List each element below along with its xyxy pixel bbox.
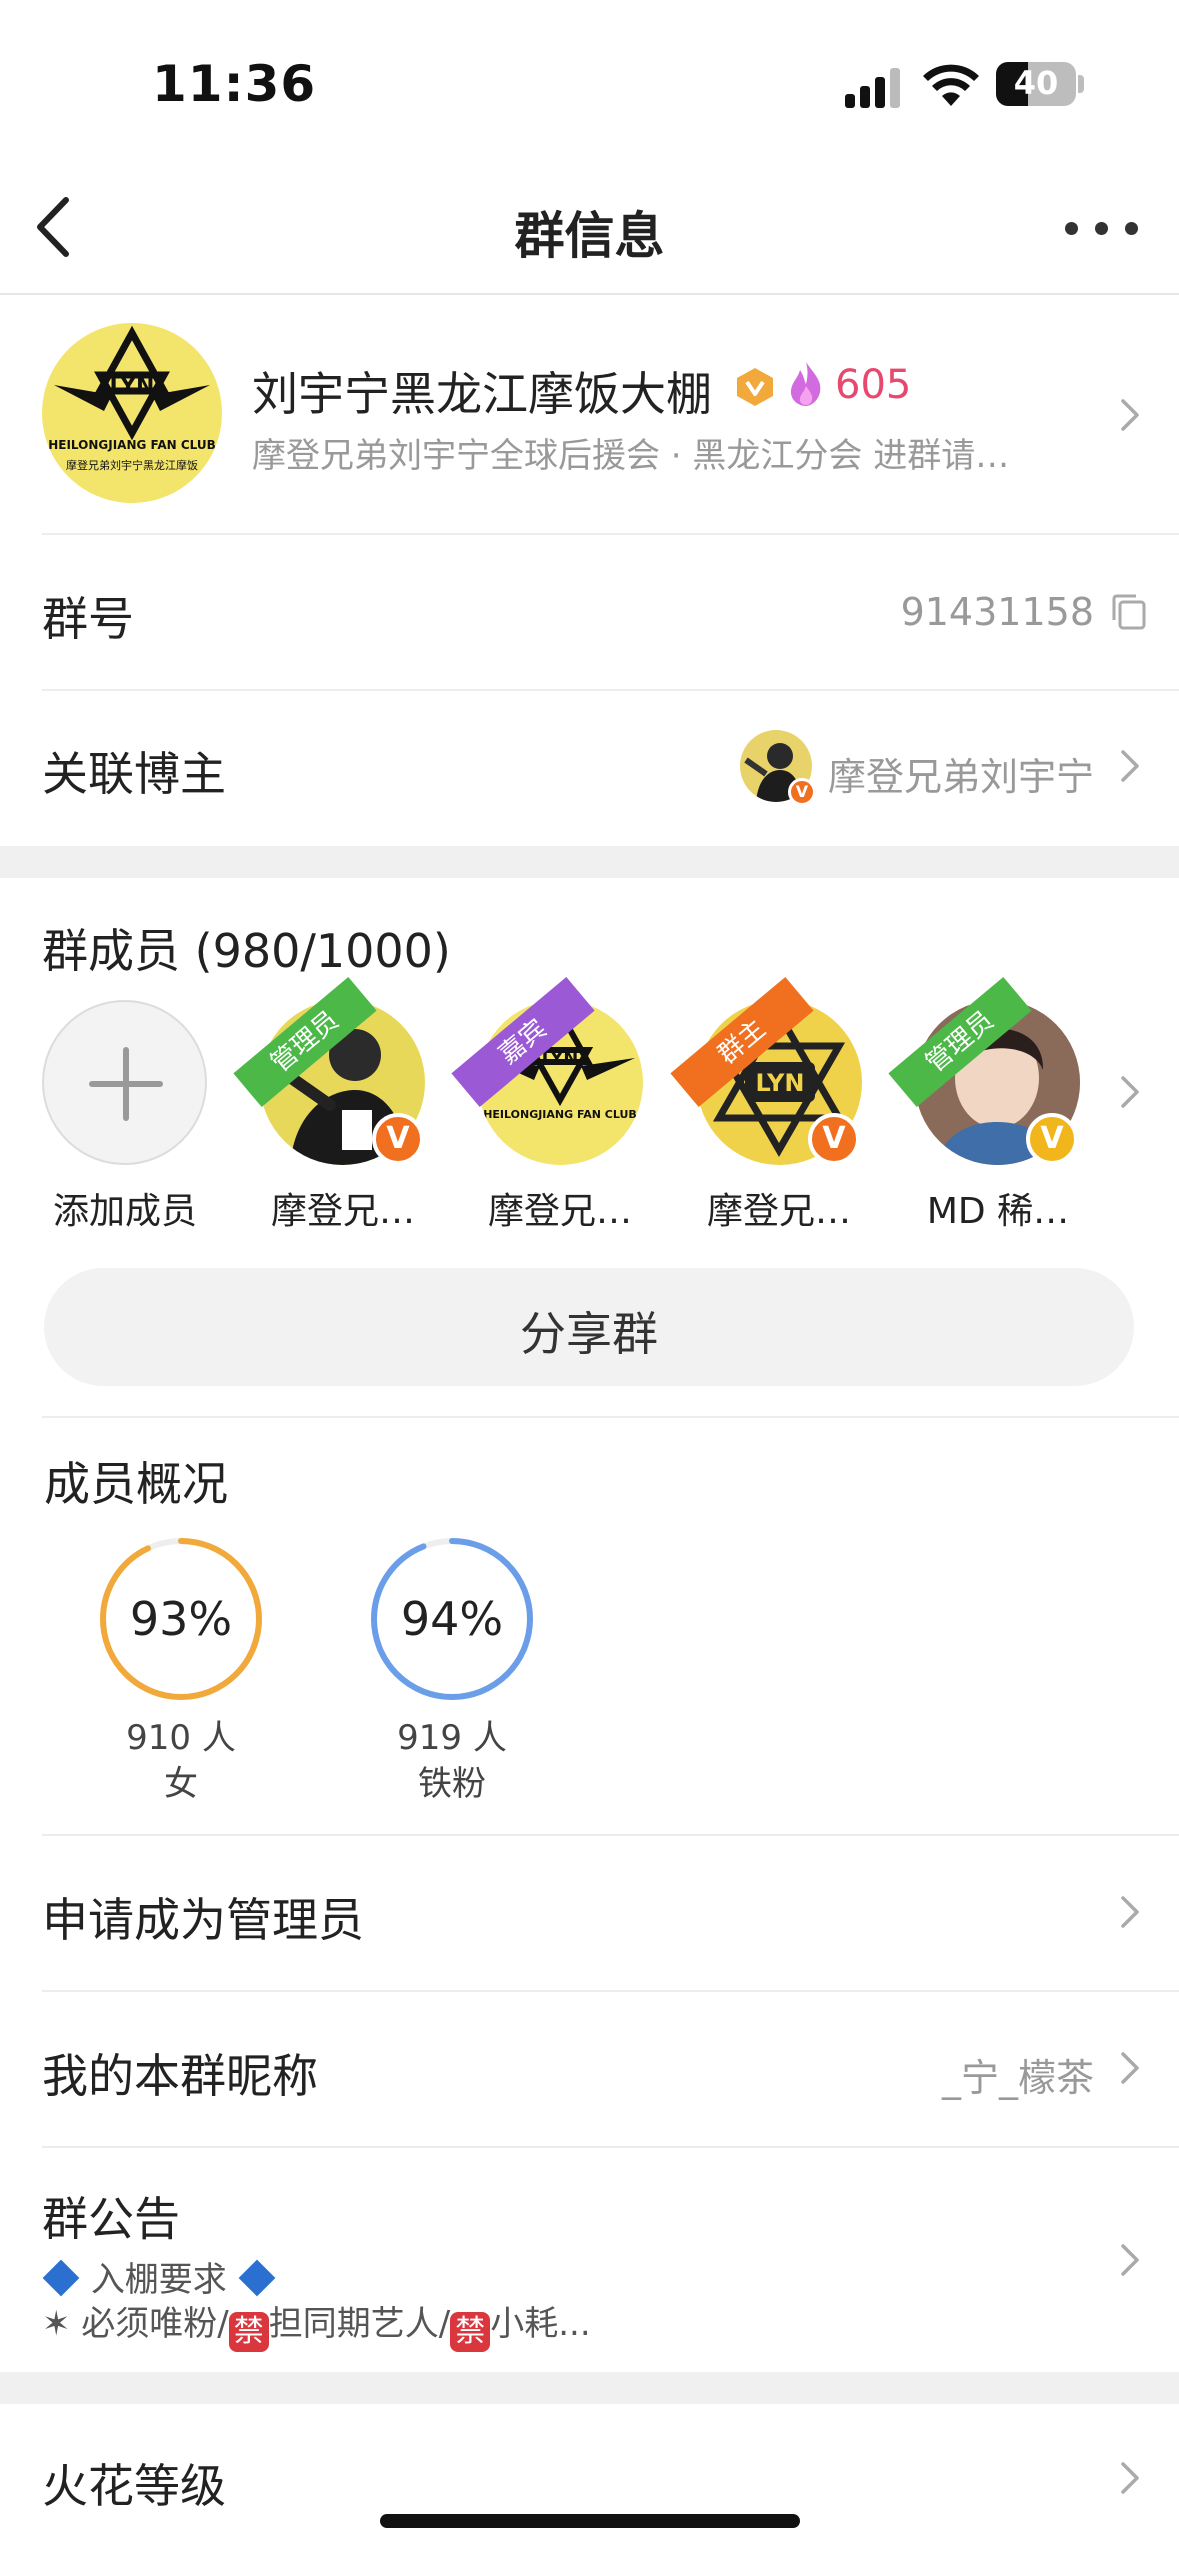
chevron-right-icon[interactable] <box>1118 2240 1142 2280</box>
apply-admin-label[interactable]: 申请成为管理员 <box>42 1884 364 1950</box>
spark-count: 605 <box>835 362 912 408</box>
group-avatar[interactable]: LYN HEILONGJIANG FAN CLUB 摩登兄弟刘宇宁黑龙江摩饭 <box>42 323 222 503</box>
divider <box>42 2146 1179 2148</box>
divider <box>42 1416 1179 1418</box>
battery-level: 40 <box>1013 64 1059 102</box>
divider <box>42 1990 1179 1992</box>
more-options-icon[interactable] <box>1065 218 1140 238</box>
loyal-fans-percent: 94% <box>400 1592 504 1646</box>
blue-diamond-icon <box>238 2259 276 2297</box>
chevron-right-icon[interactable] <box>1118 395 1142 435</box>
member-name: 摩登兄… <box>270 1191 415 1232</box>
add-member-label: 添加成员 <box>52 1191 197 1232</box>
linked-blogger-label: 关联博主 <box>42 747 226 801</box>
battery-tip <box>1078 75 1084 93</box>
group-nickname-label: 我的本群昵称 <box>42 2049 318 2103</box>
divider <box>42 533 1179 535</box>
svg-text:LYN: LYN <box>110 374 155 399</box>
svg-text:HEILONGJIANG FAN CLUB: HEILONGJIANG FAN CLUB <box>483 1108 637 1121</box>
member-name: 摩登兄… <box>706 1191 851 1232</box>
wifi-icon <box>923 64 979 106</box>
add-member-button[interactable] <box>42 1000 207 1165</box>
chevron-right-icon[interactable] <box>1118 2458 1142 2498</box>
notice-text: 入棚要求 <box>90 2260 227 2300</box>
notice-text: 担同期艺人/ <box>268 2304 451 2344</box>
battery-icon: 40 <box>996 62 1076 106</box>
notice-text: 小耗... <box>490 2304 591 2344</box>
page-title: 群信息 <box>514 207 665 265</box>
chevron-right-icon[interactable] <box>1118 2048 1142 2088</box>
plus-icon <box>89 1047 163 1121</box>
female-caption: 女 <box>164 1764 198 1804</box>
verified-group-badge-icon <box>737 368 773 406</box>
members-title: 群成员 (980/1000) <box>42 924 451 978</box>
member-name: MD 稀… <box>926 1191 1070 1232</box>
svg-text:LYN: LYN <box>542 1048 579 1069</box>
female-count: 910 人 <box>126 1718 236 1758</box>
home-indicator <box>380 2514 800 2528</box>
verified-v-icon: V <box>788 778 816 806</box>
spark-fire-icon <box>790 362 821 406</box>
member-overview-title: 成员概况 <box>44 1457 228 1511</box>
group-name: 刘宇宁黑龙江摩饭大棚 <box>252 367 712 421</box>
chevron-right-icon[interactable] <box>1118 1892 1142 1932</box>
svg-text:LYN: LYN <box>755 1069 804 1097</box>
group-number-value: 91431158 <box>900 590 1094 634</box>
notice-line-2: ✶ 必须唯粉/禁担同期艺人/禁小耗... <box>42 2296 591 2352</box>
chevron-right-icon[interactable] <box>1118 746 1142 786</box>
divider <box>42 1834 1179 1836</box>
blue-diamond-icon <box>42 2259 80 2297</box>
cellular-signal-icon <box>845 66 901 108</box>
spark-level-label[interactable]: 火花等级 <box>42 2450 226 2516</box>
section-separator <box>0 2372 1179 2404</box>
linked-blogger-name: 摩登兄弟刘宇宁 <box>827 755 1094 799</box>
female-percent: 93% <box>129 1592 233 1646</box>
verified-v-icon: V <box>372 1113 424 1165</box>
group-description: 摩登兄弟刘宇宁全球后援会 · 黑龙江分会 进群请… <box>252 436 1010 476</box>
section-separator <box>0 846 1179 878</box>
verified-v-icon: V <box>808 1113 860 1165</box>
svg-text:摩登兄弟刘宇宁黑龙江摩饭: 摩登兄弟刘宇宁黑龙江摩饭 <box>66 458 198 472</box>
status-time: 11:36 <box>152 55 317 113</box>
group-nickname-value: _宁_檬茶 <box>941 2056 1094 2100</box>
loyal-fans-count: 919 人 <box>397 1718 507 1758</box>
divider <box>42 689 1179 691</box>
member-name: 摩登兄… <box>487 1191 632 1232</box>
fan-club-logo-icon: LYN HEILONGJIANG FAN CLUB 摩登兄弟刘宇宁黑龙江摩饭 <box>48 325 216 472</box>
svg-text:HEILONGJIANG FAN CLUB: HEILONGJIANG FAN CLUB <box>48 438 216 452</box>
verified-v-icon: V <box>1026 1113 1078 1165</box>
nav-divider <box>0 293 1179 295</box>
copy-icon[interactable] <box>1108 592 1148 632</box>
notice-text: ✶ 必须唯粉/ <box>42 2304 229 2344</box>
notice-line-1: 入棚要求 <box>42 2252 276 2301</box>
group-notice-label: 群公告 <box>42 2192 180 2246</box>
forbidden-icon: 禁 <box>228 2312 269 2352</box>
chevron-right-icon[interactable] <box>1118 1072 1142 1112</box>
forbidden-icon: 禁 <box>450 2312 491 2352</box>
share-group-label: 分享群 <box>520 1307 658 1361</box>
loyal-fans-caption: 铁粉 <box>418 1764 486 1804</box>
group-number-label: 群号 <box>42 592 134 646</box>
